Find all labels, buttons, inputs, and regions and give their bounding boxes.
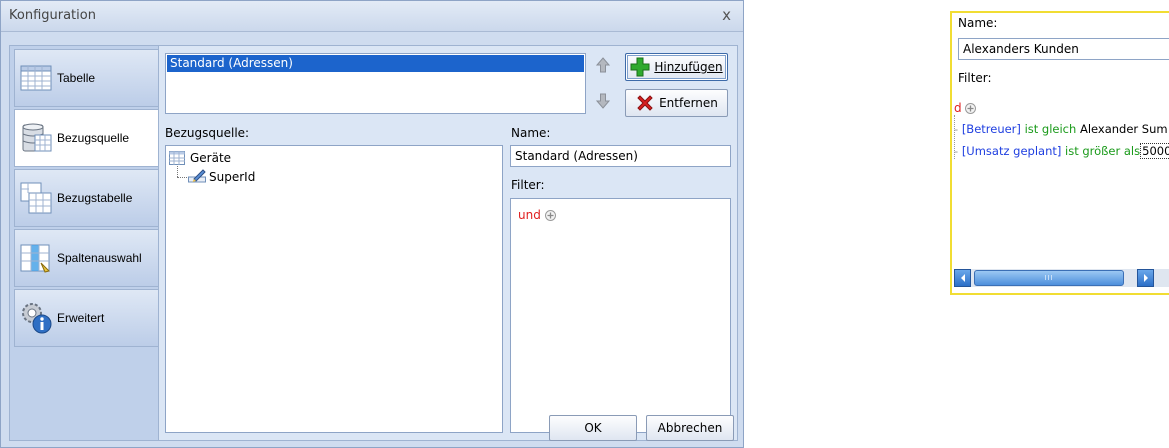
crop-filter-label: Filter:: [958, 71, 992, 85]
arrow-down-icon: [595, 93, 611, 109]
condition-row[interactable]: - [Umsatz geplant] ist größer als 5000: [954, 143, 1169, 159]
nav-item-bezugstabelle[interactable]: Bezugstabelle: [14, 169, 160, 227]
crop-filter-editor[interactable]: d - [Betreuer] ist gleich Alexander Sum …: [952, 95, 1169, 271]
content-panel: Standard (Adressen) Hinzufügen Entfernen: [158, 45, 738, 441]
title-bar: Konfiguration x: [1, 1, 743, 32]
add-condition-icon[interactable]: [545, 210, 556, 221]
nav-item-label: Tabelle: [57, 71, 96, 85]
tree-node-child[interactable]: SuperId: [209, 170, 255, 184]
field-edit-icon: [188, 169, 206, 183]
name-input[interactable]: Standard (Adressen): [510, 145, 731, 167]
filter-editor[interactable]: und: [510, 198, 731, 433]
nav-panel: Tabelle Bezugsquelle Bezugstabelle Spalt…: [9, 45, 162, 441]
horizontal-scrollbar[interactable]: III: [954, 269, 1169, 287]
ok-button[interactable]: OK: [549, 415, 637, 441]
tree-connector: [177, 166, 179, 177]
condition-field[interactable]: [Umsatz geplant]: [962, 144, 1062, 158]
add-condition-icon[interactable]: [965, 103, 976, 114]
arrow-up-icon: [595, 57, 611, 73]
nav-item-spaltenauswahl[interactable]: Spaltenauswahl: [14, 229, 160, 287]
table-icon: [20, 65, 52, 91]
source-label: Bezugsquelle:: [165, 126, 250, 140]
add-button-label: Hinzufügen: [654, 60, 723, 74]
add-button[interactable]: Hinzufügen: [625, 53, 728, 81]
remove-button-label: Entfernen: [659, 96, 718, 110]
condition-row[interactable]: - [Betreuer] ist gleich Alexander Sum: [954, 122, 1168, 136]
arrow-right-icon: [1143, 274, 1148, 282]
scroll-left-button[interactable]: [954, 269, 971, 287]
filter-label: Filter:: [511, 178, 545, 192]
scroll-thumb[interactable]: III: [974, 270, 1124, 286]
plus-icon: [630, 57, 650, 77]
views-list[interactable]: Standard (Adressen): [165, 53, 586, 114]
dialog-title: Konfiguration: [9, 8, 96, 23]
crop-filter-operator[interactable]: d: [954, 101, 962, 115]
tree-dash: -: [954, 122, 962, 136]
nav-item-label: Spaltenauswahl: [57, 251, 142, 265]
filter-detail-panel: Name: Alexanders Kunden Filter: d - [Bet…: [950, 11, 1169, 295]
condition-field[interactable]: [Betreuer]: [962, 122, 1021, 136]
condition-operator[interactable]: ist größer als: [1065, 144, 1140, 158]
nav-item-label: Erweitert: [57, 311, 105, 325]
name-label: Name:: [511, 126, 551, 140]
table-icon: [169, 151, 185, 165]
ok-button-label: OK: [584, 421, 602, 435]
tree-connector: [177, 177, 187, 179]
crop-name-input[interactable]: Alexanders Kunden: [958, 38, 1169, 60]
tree-dash: -: [954, 144, 962, 158]
related-table-icon: [20, 182, 52, 214]
nav-item-bezugsquelle[interactable]: Bezugsquelle: [14, 109, 162, 167]
gear-info-icon: [22, 303, 52, 334]
list-item[interactable]: Standard (Adressen): [167, 55, 584, 72]
cancel-button-label: Abbrechen: [657, 421, 723, 435]
scroll-right-button[interactable]: [1137, 269, 1154, 287]
name-input-value: Standard (Adressen): [515, 149, 638, 163]
source-tree[interactable]: Geräte SuperId: [165, 145, 503, 433]
move-up-button[interactable]: [591, 53, 615, 77]
remove-button[interactable]: Entfernen: [625, 89, 728, 117]
arrow-left-icon: [960, 274, 965, 282]
condition-operator[interactable]: ist gleich: [1025, 122, 1077, 136]
filter-operator[interactable]: und: [518, 208, 541, 222]
crop-name-value: Alexanders Kunden: [963, 42, 1079, 56]
condition-value[interactable]: Alexander Sum: [1080, 122, 1168, 136]
close-icon[interactable]: x: [722, 6, 731, 24]
cancel-button[interactable]: Abbrechen: [646, 415, 734, 441]
nav-item-tabelle[interactable]: Tabelle: [14, 49, 160, 107]
scroll-grip: III: [1044, 274, 1054, 282]
crop-name-label: Name:: [958, 16, 998, 30]
nav-item-erweitert[interactable]: Erweitert: [14, 289, 160, 347]
column-selection-icon: [20, 244, 50, 273]
condition-value-input[interactable]: 5000: [1140, 143, 1169, 159]
nav-item-label: Bezugsquelle: [57, 131, 130, 145]
nav-item-label: Bezugstabelle: [57, 191, 133, 205]
delete-x-icon: [637, 95, 653, 111]
tree-node-root[interactable]: Geräte: [190, 151, 231, 165]
database-icon: [22, 123, 52, 152]
configuration-dialog: Konfiguration x Tabelle Bezugsquelle Bez…: [0, 0, 744, 448]
move-down-button[interactable]: [591, 89, 615, 113]
